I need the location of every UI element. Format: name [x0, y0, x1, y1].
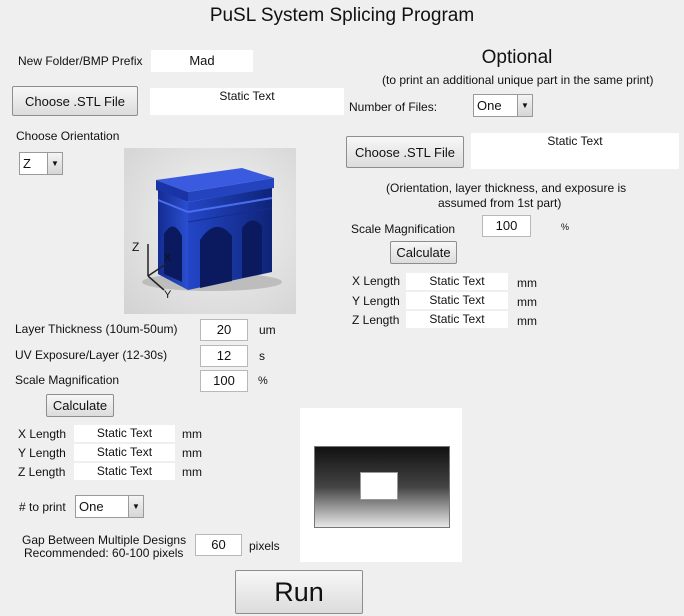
x-length-unit: mm — [182, 427, 202, 441]
y-length-optional-value: Static Text — [406, 292, 508, 309]
preview-gradient — [314, 446, 450, 528]
uv-exposure-label: UV Exposure/Layer (12-30s) — [15, 348, 168, 362]
z-length-optional-value: Static Text — [406, 311, 508, 328]
note-line2: assumed from 1st part) — [438, 196, 562, 210]
num-files-value: One — [477, 98, 502, 113]
chevron-down-icon: ▼ — [517, 95, 532, 116]
y-length-unit: mm — [182, 446, 202, 460]
gap-label-line2: Recommended: 60-100 pixels — [24, 546, 184, 560]
x-length-optional-label: X Length — [352, 274, 401, 288]
choose-stl-button[interactable]: Choose .STL File — [12, 86, 138, 116]
stl-optional-status-text: Static Text — [471, 133, 679, 169]
print-preview-panel — [300, 408, 462, 562]
prefix-label: New Folder/BMP Prefix — [18, 54, 143, 68]
y-length-optional-label: Y Length — [352, 294, 400, 308]
scale-optional-label: Scale Magnification — [351, 222, 456, 236]
uv-exposure-input[interactable]: 12 — [200, 345, 248, 367]
optional-title: Optional — [481, 47, 553, 68]
gap-unit: pixels — [249, 539, 280, 553]
scale-optional-unit: % — [561, 222, 570, 232]
orientation-select[interactable]: Z ▼ — [19, 152, 63, 175]
chevron-down-icon: ▼ — [47, 153, 62, 174]
optional-subtitle: (to print an additional unique part in t… — [382, 73, 654, 87]
y-length-label: Y Length — [18, 446, 66, 460]
preview-part-shape — [360, 472, 398, 500]
num-files-select[interactable]: One ▼ — [473, 94, 533, 117]
axis-z-label: Z — [132, 240, 140, 254]
layer-thickness-label: Layer Thickness (10um-50um) — [15, 322, 178, 336]
y-length-optional-unit: mm — [517, 295, 537, 309]
num-files-label: Number of Files: — [349, 100, 438, 114]
x-length-value: Static Text — [74, 425, 175, 442]
prefix-input[interactable]: Mad — [151, 50, 253, 72]
chevron-down-icon: ▼ — [128, 496, 143, 517]
y-length-value: Static Text — [74, 444, 175, 461]
z-length-optional-label: Z Length — [352, 313, 400, 327]
scale-unit: % — [258, 375, 268, 387]
to-print-value: One — [79, 499, 104, 514]
calculate-optional-button[interactable]: Calculate — [390, 241, 457, 264]
to-print-label: # to print — [19, 500, 66, 514]
orientation-label: Choose Orientation — [16, 129, 120, 143]
z-length-optional-unit: mm — [517, 314, 537, 328]
stl-status-text: Static Text — [150, 88, 344, 115]
axis-y-label: Y — [164, 289, 172, 301]
model-preview: Z X Y — [124, 148, 296, 314]
choose-stl-optional-button[interactable]: Choose .STL File — [346, 136, 464, 168]
uv-exposure-unit: s — [259, 349, 265, 363]
page-title: PuSL System Splicing Program — [209, 5, 475, 26]
run-button[interactable]: Run — [235, 570, 363, 614]
z-length-value: Static Text — [74, 463, 175, 480]
scale-label: Scale Magnification — [15, 373, 120, 387]
orientation-value: Z — [23, 156, 31, 171]
x-length-optional-value: Static Text — [406, 273, 508, 290]
z-length-label: Z Length — [18, 465, 66, 479]
note-line1: (Orientation, layer thickness, and expos… — [386, 181, 627, 195]
to-print-select[interactable]: One ▼ — [75, 495, 144, 518]
layer-thickness-unit: um — [259, 323, 276, 337]
x-length-label: X Length — [18, 427, 67, 441]
gap-label-line1: Gap Between Multiple Designs — [22, 533, 187, 547]
z-length-unit: mm — [182, 465, 202, 479]
gap-input[interactable]: 60 — [195, 534, 242, 556]
layer-thickness-input[interactable]: 20 — [200, 319, 248, 341]
scale-optional-input[interactable]: 100 — [482, 215, 531, 237]
scale-input[interactable]: 100 — [200, 370, 248, 392]
x-length-optional-unit: mm — [517, 276, 537, 290]
axis-x-label: X — [164, 252, 172, 264]
calculate-button[interactable]: Calculate — [46, 394, 114, 417]
arch-model-icon — [142, 168, 282, 291]
